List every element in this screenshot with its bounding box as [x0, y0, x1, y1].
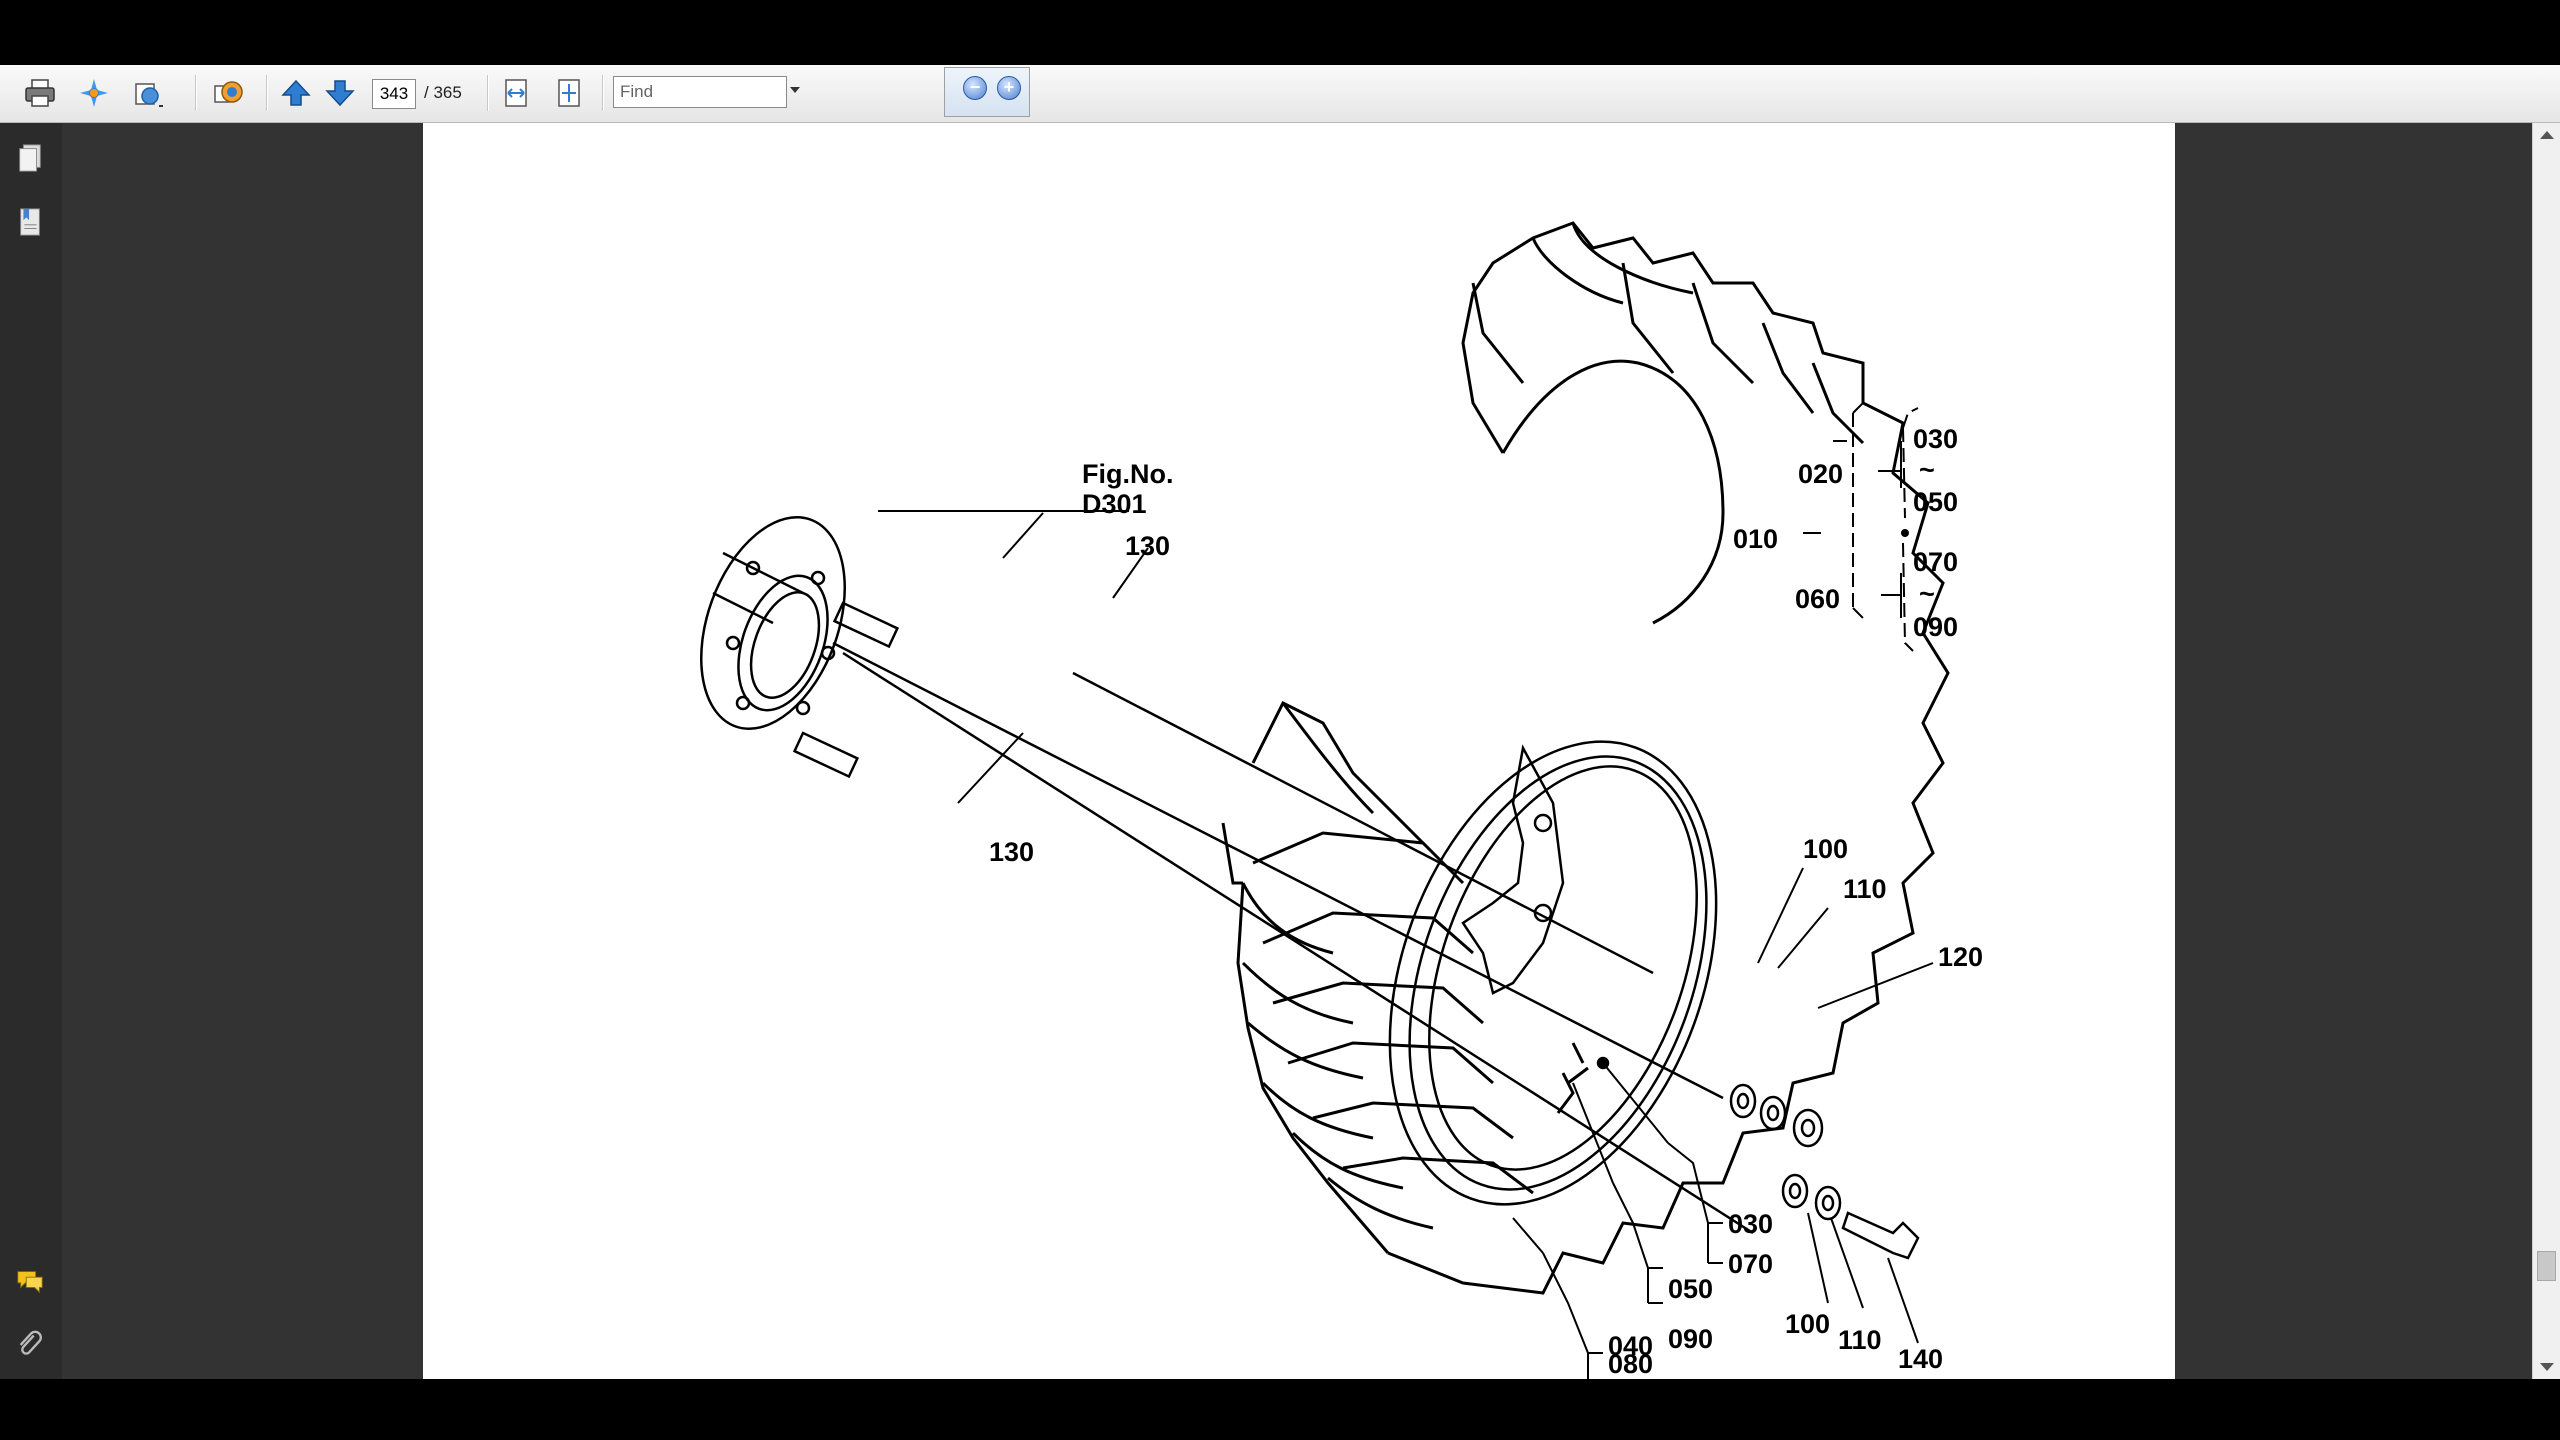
- sign-icon: [80, 79, 108, 107]
- pdf-page: Fig.No. D301 130 130 010 020 060 030 050…: [423, 123, 2175, 1379]
- export-icon: [135, 83, 163, 107]
- page-total: / 365: [424, 83, 462, 102]
- part-label-070: 070: [1728, 1249, 1773, 1279]
- part-label-060: 060: [1795, 584, 1840, 614]
- toolbar-separator: [602, 75, 603, 111]
- range-tilde-1: ~: [1919, 455, 1935, 485]
- print-button[interactable]: [18, 73, 62, 113]
- fit-width-icon: [505, 79, 527, 107]
- axle-hub: [700, 516, 1754, 1235]
- navigation-panel: [0, 123, 63, 1379]
- scroll-down-icon[interactable]: [2540, 1363, 2554, 1371]
- attachments-icon: [19, 1330, 42, 1355]
- window-top-bar: [0, 0, 2560, 65]
- share-icon: [214, 81, 243, 103]
- find-dropdown-arrow[interactable]: [790, 87, 800, 93]
- zoom-in-button[interactable]: +: [997, 76, 1021, 100]
- figure-label: Fig.No.: [1082, 459, 1173, 489]
- toolbar-separator: [195, 75, 196, 111]
- part-label-140: 140: [1898, 1344, 1943, 1374]
- part-label-070-list: 070: [1913, 547, 1958, 577]
- part-label-090: 090: [1668, 1324, 1713, 1354]
- previous-page-button[interactable]: [274, 73, 318, 113]
- vertical-scrollbar[interactable]: [2532, 123, 2560, 1379]
- page-up-icon: [281, 79, 311, 106]
- part-label-090-list: 090: [1913, 612, 1958, 642]
- wheel-exploded-diagram: Fig.No. D301 130 130 010 020 060 030 050…: [700, 221, 1983, 1379]
- scrollbar-thumb[interactable]: [2537, 1251, 2556, 1281]
- part-label-020: 020: [1798, 459, 1843, 489]
- toolbar-separator: [487, 75, 488, 111]
- part-label-100-top: 100: [1803, 834, 1848, 864]
- part-label-080: 080: [1608, 1349, 1653, 1379]
- next-page-button[interactable]: [318, 73, 362, 113]
- part-label-030: 030: [1728, 1209, 1773, 1239]
- sign-button[interactable]: [72, 73, 116, 113]
- print-icon: [25, 79, 55, 107]
- figure-number: D301: [1082, 489, 1147, 519]
- range-tilde-2: ~: [1919, 579, 1935, 609]
- scroll-up-icon[interactable]: [2540, 131, 2554, 139]
- pdf-toolbar: 343 / 365 Find − +: [0, 65, 2560, 123]
- bookmarks-button[interactable]: [14, 205, 46, 239]
- wheel-rim: [1388, 740, 1718, 1206]
- fit-page-icon: [558, 79, 580, 107]
- part-label-050: 050: [1668, 1274, 1713, 1304]
- diagram-labels: Fig.No. D301 130 130 010 020 060 030 050…: [989, 424, 1983, 1379]
- comments-icon: [17, 1271, 43, 1294]
- fit-page-button[interactable]: [547, 73, 591, 113]
- find-input[interactable]: Find: [613, 76, 787, 108]
- part-label-100-bottom: 100: [1785, 1309, 1830, 1339]
- part-label-030-list: 030: [1913, 424, 1958, 454]
- fit-width-button[interactable]: [494, 73, 538, 113]
- page-number-input[interactable]: 343: [372, 79, 416, 109]
- attachments-button[interactable]: [14, 1327, 46, 1361]
- part-label-110-top: 110: [1843, 874, 1887, 904]
- part-label-010: 010: [1733, 524, 1778, 554]
- part-label-120: 120: [1938, 942, 1983, 972]
- window-bottom-bar: [0, 1379, 2560, 1440]
- part-label-050-list: 050: [1913, 487, 1958, 517]
- comments-button[interactable]: [14, 1263, 46, 1297]
- pages-panel-icon: [19, 144, 41, 172]
- toolbar-separator: [266, 75, 267, 111]
- page-down-icon: [325, 80, 355, 107]
- part-label-130-top: 130: [1125, 531, 1170, 561]
- zoom-controls: − +: [944, 67, 1030, 117]
- pages-panel-button[interactable]: [14, 141, 46, 175]
- share-button[interactable]: [206, 73, 250, 113]
- bookmarks-icon: [20, 208, 40, 236]
- part-label-130-bottom: 130: [989, 837, 1034, 867]
- zoom-out-button[interactable]: −: [963, 76, 987, 100]
- export-button[interactable]: [126, 73, 170, 113]
- part-label-110-bottom: 110: [1838, 1325, 1882, 1355]
